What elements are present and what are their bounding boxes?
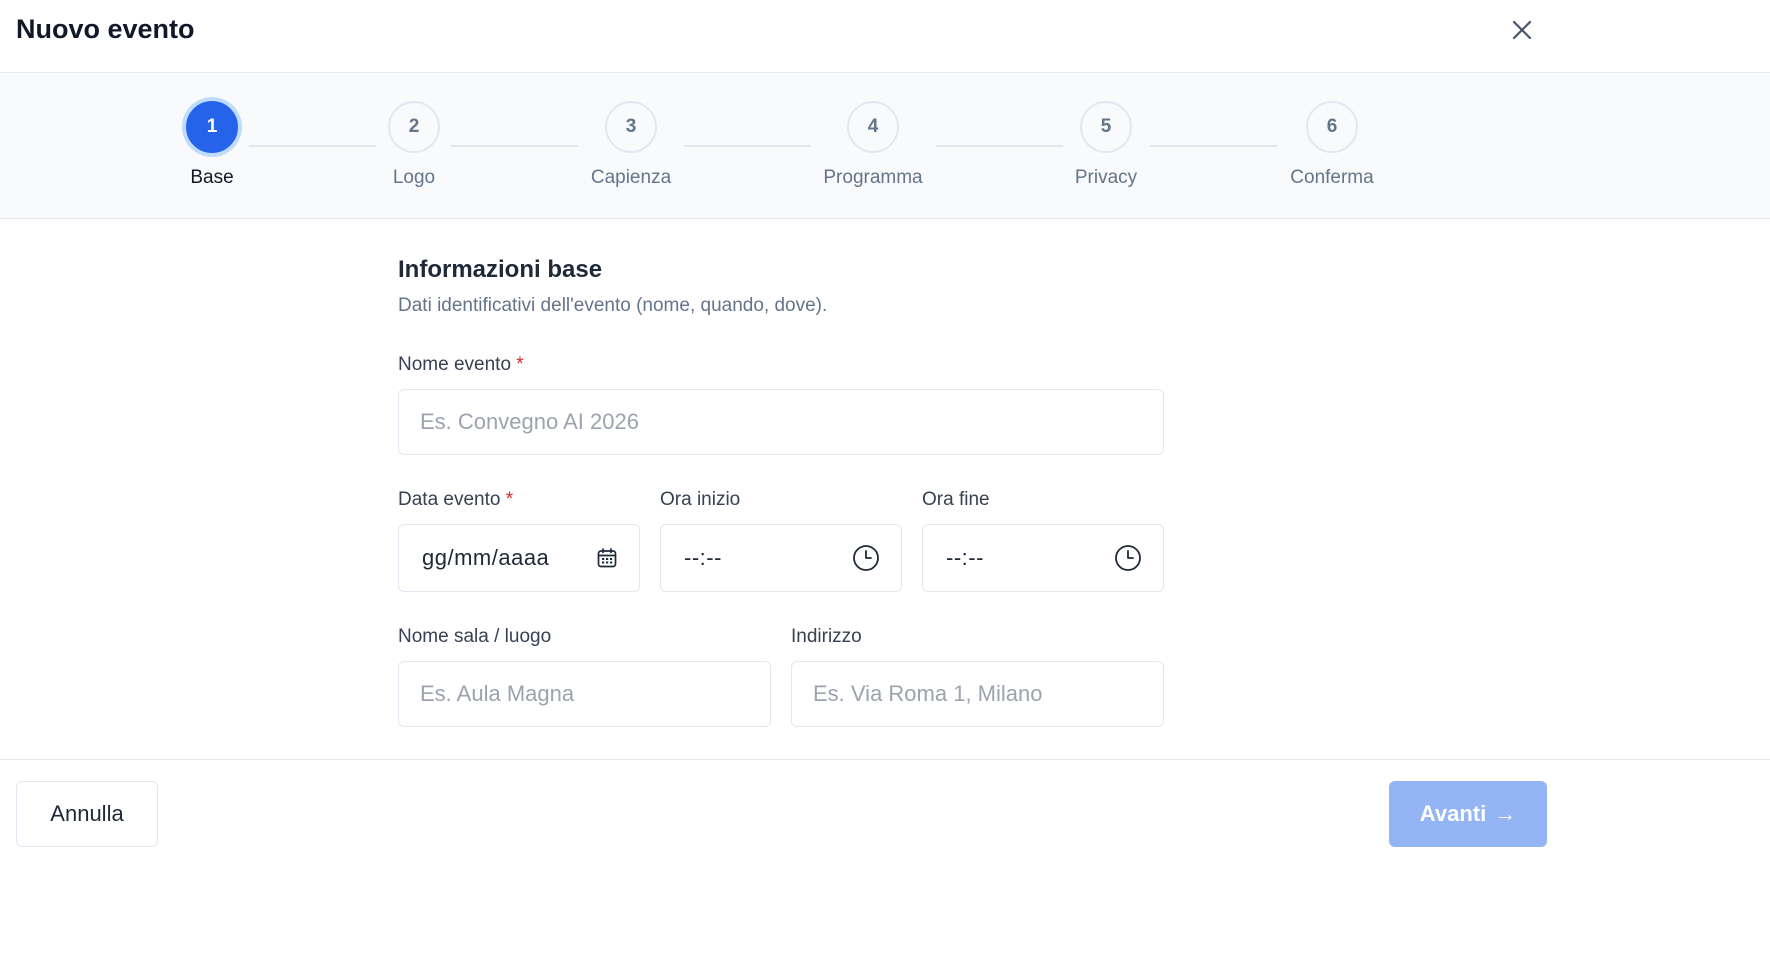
start-time-value: --:--	[684, 545, 722, 570]
step-connector	[1150, 145, 1277, 147]
start-time-input[interactable]: --:--	[660, 524, 902, 592]
next-button[interactable]: Avanti →	[1389, 781, 1547, 847]
step-number: 6	[1306, 101, 1358, 153]
step-number: 5	[1080, 101, 1132, 153]
step-number: 1	[186, 101, 238, 153]
step-number: 3	[605, 101, 657, 153]
step-label: Capienza	[590, 167, 672, 188]
clock-icon[interactable]	[1114, 544, 1142, 572]
venue-input[interactable]	[398, 661, 771, 727]
event-date-input[interactable]: gg/mm/aaaa	[398, 524, 640, 592]
step-label: Privacy	[1074, 167, 1138, 188]
start-time-label: Ora inizio	[660, 489, 741, 510]
address-label: Indirizzo	[791, 626, 862, 647]
step-label: Programma	[823, 167, 923, 188]
arrow-right-icon: →	[1494, 801, 1517, 826]
step-number: 4	[847, 101, 899, 153]
calendar-icon[interactable]	[596, 547, 618, 569]
wizard-stepper: 1 Base 2 Logo 3 Capienza 4 Programma 5 P…	[0, 74, 1770, 219]
venue-label: Nome sala / luogo	[398, 626, 552, 647]
section-description: Dati identificativi dell'evento (nome, q…	[398, 295, 828, 316]
modal-header: Nuovo evento	[0, 0, 1770, 73]
step-label: Conferma	[1290, 167, 1374, 188]
end-time-label: Ora fine	[922, 489, 990, 510]
required-marker: *	[516, 354, 524, 375]
event-name-label: Nome evento *	[398, 354, 524, 375]
clock-icon[interactable]	[852, 544, 880, 572]
required-marker: *	[505, 489, 514, 510]
end-time-input[interactable]: --:--	[922, 524, 1164, 592]
close-button[interactable]	[1502, 10, 1542, 50]
step-connector	[451, 145, 578, 147]
section-title: Informazioni base	[398, 256, 603, 283]
event-date-label: Data evento *	[398, 489, 514, 510]
modal-title: Nuovo evento	[16, 14, 195, 44]
close-icon	[1512, 20, 1532, 40]
cancel-button[interactable]: Annulla	[16, 781, 158, 847]
step-number: 2	[388, 101, 440, 153]
step-connector	[249, 145, 376, 147]
date-value: gg/mm/aaaa	[422, 545, 550, 570]
event-name-input[interactable]	[398, 389, 1164, 455]
step-label: Base	[190, 167, 234, 188]
end-time-value: --:--	[946, 545, 984, 570]
next-button-label: Avanti	[1419, 801, 1487, 826]
step-connector	[684, 145, 811, 147]
address-input[interactable]	[791, 661, 1164, 727]
step-label: Logo	[392, 167, 436, 188]
step-connector	[936, 145, 1063, 147]
